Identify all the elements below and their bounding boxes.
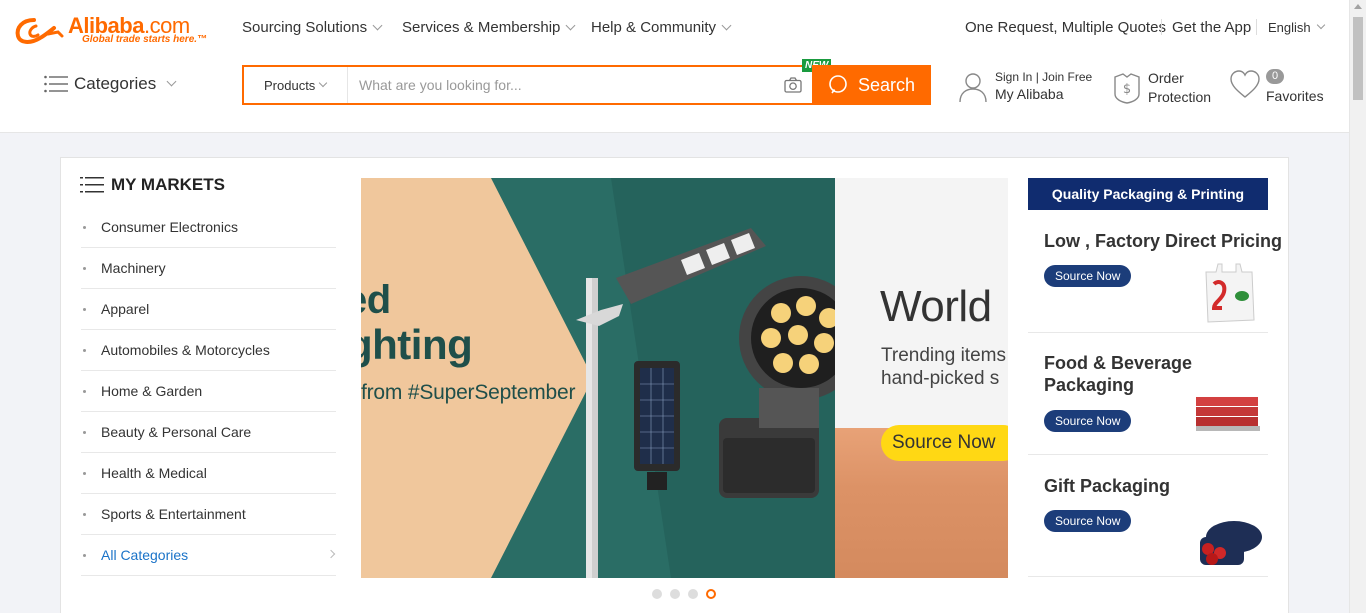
- market-list: Consumer Electronics Machinery Apparel A…: [81, 207, 336, 576]
- market-item-sports[interactable]: Sports & Entertainment: [81, 494, 336, 535]
- my-alibaba-label: My Alibaba: [995, 86, 1064, 102]
- banner-source-now-button[interactable]: Source Now: [881, 425, 1008, 461]
- user-icon: [959, 72, 987, 102]
- search-type-select[interactable]: Products: [244, 67, 348, 103]
- alibaba-logo-icon: [15, 18, 64, 44]
- favorites-label: Favorites: [1266, 88, 1324, 104]
- order-protection[interactable]: $ Order Protection: [1113, 69, 1211, 107]
- carousel-dot[interactable]: [688, 589, 698, 599]
- market-item-consumer-electronics[interactable]: Consumer Electronics: [81, 207, 336, 248]
- nav-get-app[interactable]: Get the App: [1172, 19, 1251, 36]
- nav-divider: [1161, 19, 1162, 35]
- packaging-card-factory-direct[interactable]: Low , Factory Direct Pricing Source Now: [1028, 210, 1282, 333]
- packaging-card-title: Low , Factory Direct Pricing: [1044, 231, 1283, 251]
- banner-trending-text: Trending items hand-picked s: [881, 345, 1006, 389]
- packaging-header[interactable]: Quality Packaging & Printing: [1028, 178, 1268, 210]
- shield-dollar-icon: $: [1114, 73, 1140, 104]
- menu-icon: [44, 75, 68, 93]
- hero-banner[interactable]: ed ghting from #SuperSeptember World Tre…: [361, 178, 1008, 578]
- categories-menu[interactable]: Categories: [44, 74, 177, 94]
- market-item-machinery[interactable]: Machinery: [81, 248, 336, 289]
- chevron-down-icon: [166, 76, 177, 87]
- page-scrollbar[interactable]: [1349, 0, 1366, 613]
- nav-request-quotes[interactable]: One Request, Multiple Quotes: [965, 19, 1166, 36]
- heart-icon: [1230, 70, 1260, 98]
- chevron-right-icon: [326, 549, 336, 559]
- my-alibaba-account[interactable]: Sign In | Join Free My Alibaba: [958, 69, 1092, 104]
- packaging-card-title: Food & Beverage Packaging: [1044, 353, 1193, 395]
- sign-in-link[interactable]: Sign In: [995, 70, 1032, 84]
- packaging-card-food-beverage[interactable]: Food & Beverage Packaging Source Now: [1028, 333, 1268, 455]
- chevron-down-icon: [372, 20, 383, 30]
- carousel-pagination: [652, 589, 724, 599]
- banner-subheadline: from #SuperSeptember: [361, 381, 576, 404]
- packaging-card-title: Gift Packaging: [1044, 476, 1171, 496]
- search-bar: Products: [242, 65, 812, 105]
- packaging-card-gift[interactable]: Gift Packaging Source Now: [1028, 455, 1268, 577]
- shopping-bag-image: [1205, 263, 1255, 323]
- favorites-count-badge: 0: [1266, 69, 1284, 84]
- banner-next-slide: World Trending items hand-picked s Source…: [835, 178, 1008, 578]
- order-label: Order: [1148, 70, 1184, 86]
- join-free-link[interactable]: Join Free: [1042, 70, 1092, 84]
- banner-headline-1: ed: [361, 278, 391, 322]
- nav-services-membership[interactable]: Services & Membership: [402, 19, 576, 36]
- list-icon: [80, 177, 104, 193]
- carousel-dot[interactable]: [652, 589, 662, 599]
- source-now-button[interactable]: Source Now: [1044, 265, 1132, 287]
- favorites[interactable]: [1229, 69, 1268, 99]
- search-button[interactable]: Search: [812, 65, 931, 105]
- carousel-dot[interactable]: [670, 589, 680, 599]
- source-now-button[interactable]: Source Now: [1044, 410, 1132, 432]
- market-item-health[interactable]: Health & Medical: [81, 453, 336, 494]
- protection-label: Protection: [1148, 89, 1212, 105]
- nav-help-community[interactable]: Help & Community: [591, 19, 732, 36]
- my-markets-heading: MY MARKETS: [80, 175, 225, 195]
- language-selector[interactable]: English: [1268, 20, 1325, 35]
- banner-world-title: World: [880, 282, 992, 331]
- market-item-all-categories[interactable]: All Categories: [81, 535, 336, 576]
- site-header: Alibaba.com Global trade starts here.™ S…: [0, 0, 1349, 133]
- search-icon: [829, 75, 847, 94]
- chevron-down-icon: [721, 20, 732, 30]
- nav-divider: [1256, 19, 1257, 35]
- banner-headline-2: ghting: [361, 321, 473, 368]
- carousel-dot-active[interactable]: [706, 589, 716, 599]
- chevron-down-icon: [319, 78, 328, 87]
- camera-icon[interactable]: [784, 77, 802, 93]
- market-item-beauty[interactable]: Beauty & Personal Care: [81, 412, 336, 453]
- alibaba-logo[interactable]: Alibaba.com Global trade starts here.™: [14, 12, 214, 46]
- banner-artwork: [361, 178, 835, 578]
- scroll-thumb[interactable]: [1353, 17, 1363, 100]
- market-item-home-garden[interactable]: Home & Garden: [81, 371, 336, 412]
- nav-sourcing-solutions[interactable]: Sourcing Solutions: [242, 19, 383, 36]
- search-input[interactable]: [348, 67, 778, 103]
- source-now-button[interactable]: Source Now: [1044, 510, 1132, 532]
- market-item-apparel[interactable]: Apparel: [81, 289, 336, 330]
- gift-box-image: [1200, 521, 1262, 565]
- svg-text:$: $: [1123, 82, 1131, 97]
- chevron-down-icon: [1316, 20, 1325, 30]
- chevron-down-icon: [565, 20, 576, 30]
- market-item-automobiles[interactable]: Automobiles & Motorcycles: [81, 330, 336, 371]
- logo-tagline: Global trade starts here.™: [82, 34, 208, 45]
- scroll-up-icon[interactable]: [1354, 4, 1362, 9]
- foil-rolls-image: [1196, 397, 1260, 431]
